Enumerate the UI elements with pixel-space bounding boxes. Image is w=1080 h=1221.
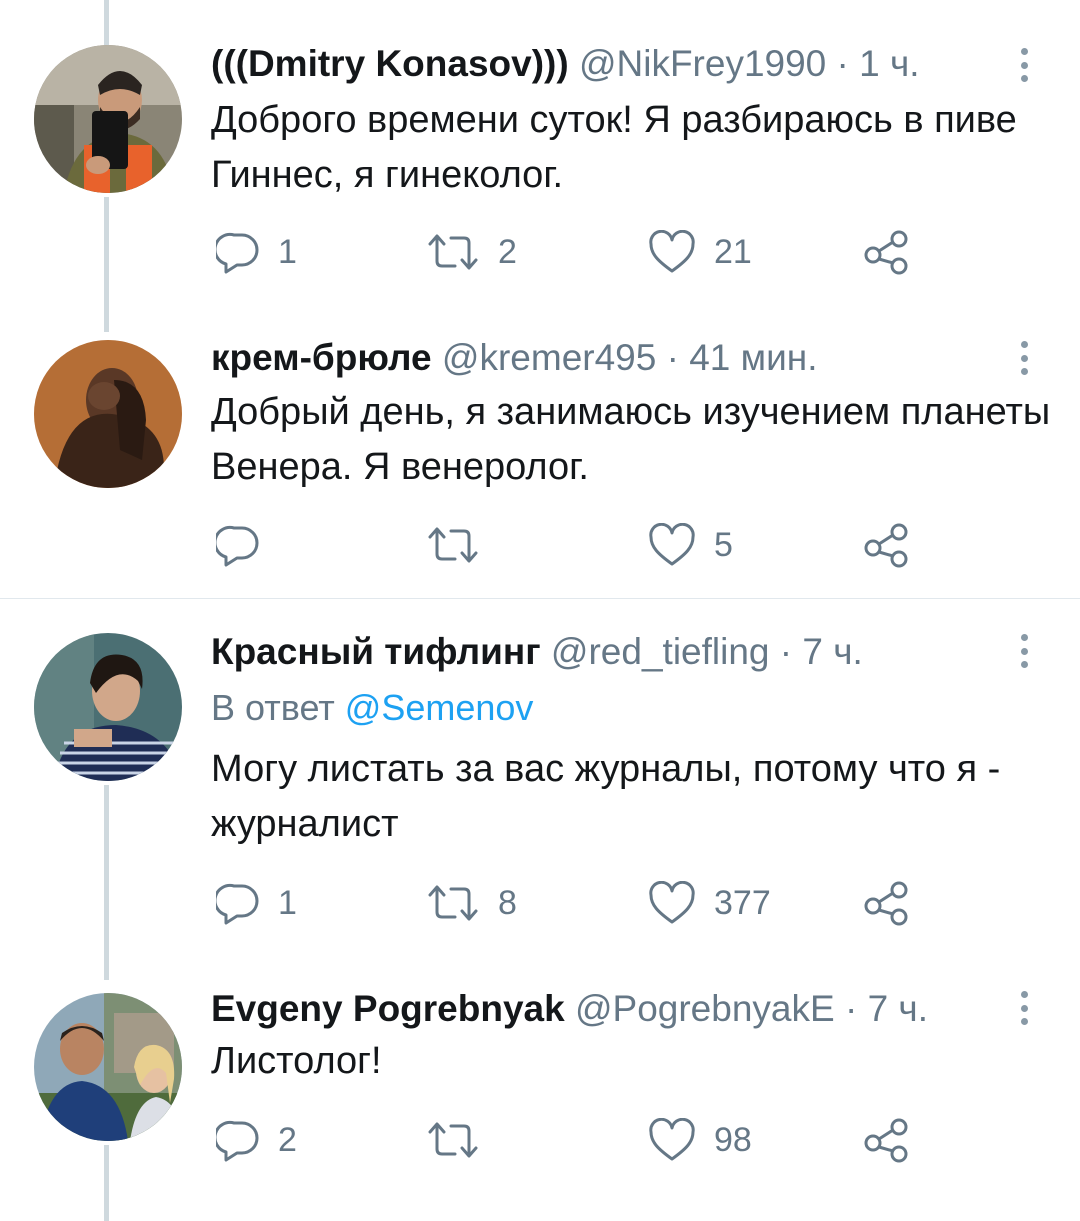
separator: · — [666, 337, 679, 378]
share-button[interactable] — [862, 878, 910, 928]
user-handle[interactable]: @PogrebnyakE — [575, 988, 835, 1029]
retweet-button[interactable]: 8 — [426, 878, 517, 928]
reply-button[interactable] — [216, 520, 278, 570]
tweet-header: Красный тифлинг @red_tiefling · 7 ч. — [211, 630, 863, 674]
separator: · — [836, 43, 849, 84]
reply-button[interactable]: 1 — [216, 227, 297, 277]
retweet-button[interactable]: 2 — [426, 227, 517, 277]
tweet-text: Могу листать за вас журналы, потому что … — [211, 748, 1001, 845]
timestamp[interactable]: 7 ч. — [868, 988, 928, 1029]
display-name[interactable]: крем-брюле — [211, 337, 432, 378]
retweet-count: 8 — [498, 883, 517, 922]
display-name[interactable]: Evgeny Pogrebnyak — [211, 988, 565, 1029]
heart-icon — [649, 1118, 695, 1161]
like-count: 5 — [714, 525, 733, 564]
share-button[interactable] — [862, 1115, 910, 1165]
tweet-header: крем-брюле @kremer495 · 41 мин. — [211, 336, 818, 380]
tweet-header: (((Dmitry Konasov))) @NikFrey1990 · 1 ч. — [211, 42, 920, 86]
share-icon — [864, 1118, 908, 1163]
more-vertical-icon[interactable] — [1012, 341, 1036, 375]
more-vertical-icon[interactable] — [1012, 634, 1036, 668]
share-button[interactable] — [862, 520, 910, 570]
like-count: 98 — [714, 1120, 752, 1159]
thread-line — [104, 0, 109, 45]
heart-icon — [649, 230, 695, 273]
user-handle[interactable]: @red_tiefling — [551, 631, 770, 672]
reply-prefix: В ответ — [211, 687, 335, 728]
avatar[interactable] — [34, 340, 182, 488]
tweet-text: Добрый день, я занимаюсь изучением плане… — [211, 391, 1051, 488]
user-handle[interactable]: @NikFrey1990 — [579, 43, 826, 84]
more-vertical-icon[interactable] — [1012, 48, 1036, 82]
heart-icon — [649, 523, 695, 566]
display-name[interactable]: Красный тифлинг — [211, 631, 541, 672]
separator: · — [779, 631, 793, 672]
timestamp[interactable]: 41 мин. — [689, 337, 817, 378]
tweet-text: Листолог! — [211, 1040, 382, 1082]
timestamp[interactable]: 7 ч. — [802, 631, 862, 672]
display-name[interactable]: (((Dmitry Konasov))) — [211, 43, 569, 84]
avatar[interactable] — [34, 633, 182, 781]
tweet-actions: 1 8 377 — [0, 878, 1080, 928]
reply-mention-link[interactable]: @Semenov — [345, 687, 534, 728]
tweet-actions: 2 98 — [0, 1115, 1080, 1165]
retweet-icon — [428, 1122, 478, 1158]
like-count: 21 — [714, 232, 752, 271]
like-button[interactable]: 377 — [648, 878, 771, 928]
tweet-actions: 1 2 21 — [0, 227, 1080, 277]
reply-count: 1 — [278, 883, 297, 922]
retweet-icon — [428, 234, 478, 270]
reply-button[interactable]: 2 — [216, 1115, 297, 1165]
more-vertical-icon[interactable] — [1012, 991, 1036, 1025]
like-button[interactable]: 21 — [648, 227, 752, 277]
user-handle[interactable]: @kremer495 — [442, 337, 656, 378]
reply-count: 2 — [278, 1120, 297, 1159]
like-count: 377 — [714, 883, 771, 922]
reply-icon — [216, 525, 259, 567]
heart-icon — [649, 881, 695, 924]
reply-icon — [216, 1120, 259, 1162]
retweet-icon — [428, 527, 478, 563]
share-icon — [864, 230, 908, 275]
avatar[interactable] — [34, 45, 182, 193]
retweet-icon — [428, 885, 478, 921]
reply-button[interactable]: 1 — [216, 878, 297, 928]
retweet-button[interactable] — [426, 1115, 498, 1165]
tweet-text: Доброго времени суток! Я разбираюсь в пи… — [211, 99, 1017, 196]
share-icon — [864, 523, 908, 568]
separator: · — [844, 988, 858, 1029]
reply-context: В ответ @Semenov — [211, 686, 533, 730]
reply-icon — [216, 232, 259, 274]
like-button[interactable]: 5 — [648, 520, 733, 570]
like-button[interactable]: 98 — [648, 1115, 752, 1165]
tweet-actions: 5 — [0, 520, 1080, 570]
timestamp[interactable]: 1 ч. — [859, 43, 919, 84]
retweet-button[interactable] — [426, 520, 498, 570]
share-icon — [864, 881, 908, 926]
tweet-header: Evgeny Pogrebnyak @PogrebnyakE · 7 ч. — [211, 987, 928, 1031]
divider — [0, 598, 1080, 599]
reply-icon — [216, 883, 259, 925]
share-button[interactable] — [862, 227, 910, 277]
retweet-count: 2 — [498, 232, 517, 271]
reply-count: 1 — [278, 232, 297, 271]
